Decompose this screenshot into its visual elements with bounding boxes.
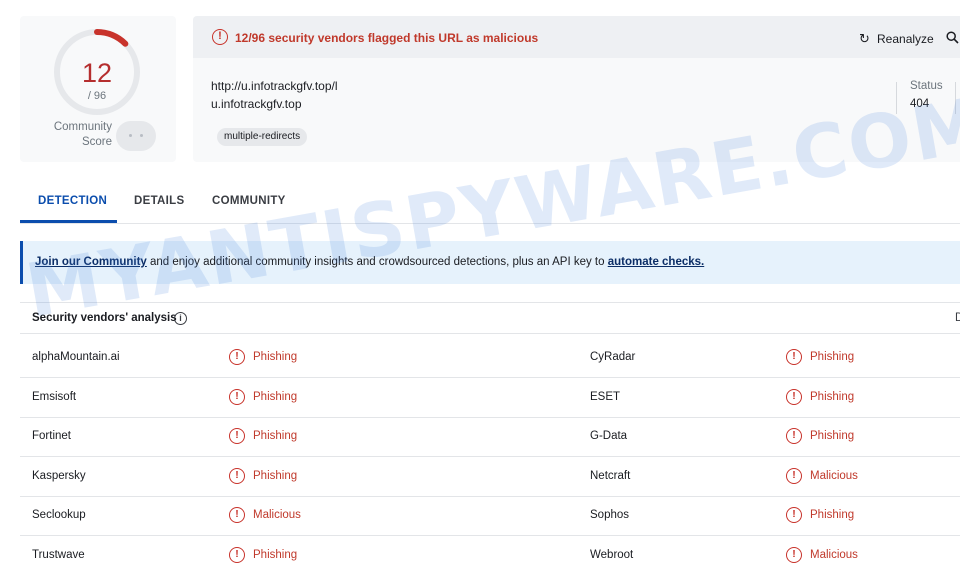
vendor-result: Phishing [810, 391, 855, 403]
vendors-header-right-fragment[interactable]: D [955, 312, 960, 324]
vote-up-dot [140, 134, 143, 137]
vendor-result: Phishing [253, 470, 298, 482]
vote-down-dot [129, 134, 132, 137]
vendor-name: G-Data [590, 430, 628, 442]
vendor-name: Seclookup [32, 509, 86, 521]
automate-checks-link[interactable]: automate checks. [608, 256, 705, 268]
vendors-analysis-header: Security vendors' analysis i D [20, 302, 960, 334]
vendors-analysis-title: Security vendors' analysis [32, 312, 177, 324]
vendor-result: Phishing [253, 391, 298, 403]
scanned-url: http://u.infotrackgfv.top/l [211, 79, 338, 93]
vendor-result: Phishing [253, 549, 298, 561]
alert-circle-icon: ! [786, 507, 802, 523]
info-icon[interactable]: i [174, 312, 187, 325]
vendor-name: Emsisoft [32, 391, 77, 403]
banner-middle-text: and enjoy additional community insights … [146, 256, 608, 268]
join-community-link[interactable]: Join our Community [35, 256, 147, 268]
url-info-card: ! 12/96 security vendors flagged this UR… [193, 16, 960, 162]
vendor-name: Kaspersky [32, 470, 86, 482]
vendor-result: Malicious [810, 549, 858, 561]
vendor-row: Emsisoft! Phishing ESET! Phishing [20, 378, 960, 418]
alert-circle-icon: ! [229, 349, 245, 365]
vendor-row: Fortinet! Phishing G-Data! Phishing [20, 417, 960, 457]
detection-score-card: 12 / 96 Community Score [20, 16, 176, 162]
reanalyze-button[interactable]: Reanalyze [877, 32, 934, 46]
alert-circle-icon: ! [786, 389, 802, 405]
vendor-name: Fortinet [32, 430, 71, 442]
vendor-name: Sophos [590, 509, 630, 521]
alert-circle-icon: ! [229, 468, 245, 484]
alert-circle-icon: ! [229, 428, 245, 444]
active-tab-indicator [20, 220, 117, 223]
detection-flag-text: 12/96 security vendors flagged this URL … [235, 31, 539, 45]
vendor-name: alphaMountain.ai [32, 351, 120, 363]
score-total-count: / 96 [87, 90, 107, 102]
community-banner: Join our Community and enjoy additional … [20, 241, 960, 284]
community-banner-text: Join our Community and enjoy additional … [35, 256, 704, 268]
score-detected-count: 12 [81, 58, 113, 88]
vendor-name: ESET [590, 391, 621, 403]
vendor-result: Phishing [253, 430, 298, 442]
refresh-icon[interactable]: ↻ [859, 31, 870, 47]
alert-circle-icon: ! [212, 29, 228, 45]
search-icon[interactable] [946, 31, 959, 44]
alert-circle-icon: ! [229, 547, 245, 563]
vendor-result: Malicious [810, 470, 858, 482]
detection-flag-bar: ! 12/96 security vendors flagged this UR… [193, 16, 960, 58]
vendor-result: Phishing [810, 351, 855, 363]
vendor-result: Phishing [810, 509, 855, 521]
status-divider-right [955, 82, 956, 114]
tab-detection[interactable]: DETECTION [38, 195, 107, 207]
vendor-row: Seclookup! Malicious Sophos! Phishing [20, 496, 960, 536]
tab-details[interactable]: DETAILS [134, 195, 184, 207]
community-score-label: Community Score [42, 120, 112, 150]
tab-bar: DETECTION DETAILS COMMUNITY [20, 182, 960, 224]
alert-circle-icon: ! [786, 468, 802, 484]
community-label-line2: Score [81, 136, 112, 148]
status-label: Status [910, 80, 943, 92]
vendor-result: Malicious [253, 509, 301, 521]
vendor-row: Kaspersky! Phishing Netcraft! Malicious [20, 457, 960, 497]
vendor-row: alphaMountain.ai! Phishing CyRadar! Phishin… [20, 338, 960, 378]
status-value: 404 [910, 98, 930, 110]
score-gauge: 12 / 96 [51, 26, 143, 118]
vendor-row: Trustwave! Phishing Webroot! Malicious [20, 536, 960, 574]
vendor-name: Trustwave [32, 549, 85, 561]
alert-circle-icon: ! [786, 349, 802, 365]
alert-circle-icon: ! [229, 389, 245, 405]
vendor-name: Netcraft [590, 470, 631, 482]
url-tag[interactable]: multiple-redirects [217, 128, 308, 146]
tab-community[interactable]: COMMUNITY [212, 195, 286, 207]
status-divider [896, 82, 897, 114]
vendor-name: CyRadar [590, 351, 636, 363]
vendor-result: Phishing [810, 430, 855, 442]
alert-circle-icon: ! [229, 507, 245, 523]
vendor-result: Phishing [253, 351, 298, 363]
community-score-vote[interactable] [116, 121, 156, 151]
alert-circle-icon: ! [786, 428, 802, 444]
alert-circle-icon: ! [786, 547, 802, 563]
scanned-domain[interactable]: u.infotrackgfv.top [211, 97, 302, 111]
community-label-line1: Community [53, 121, 112, 133]
vendor-name: Webroot [590, 549, 634, 561]
